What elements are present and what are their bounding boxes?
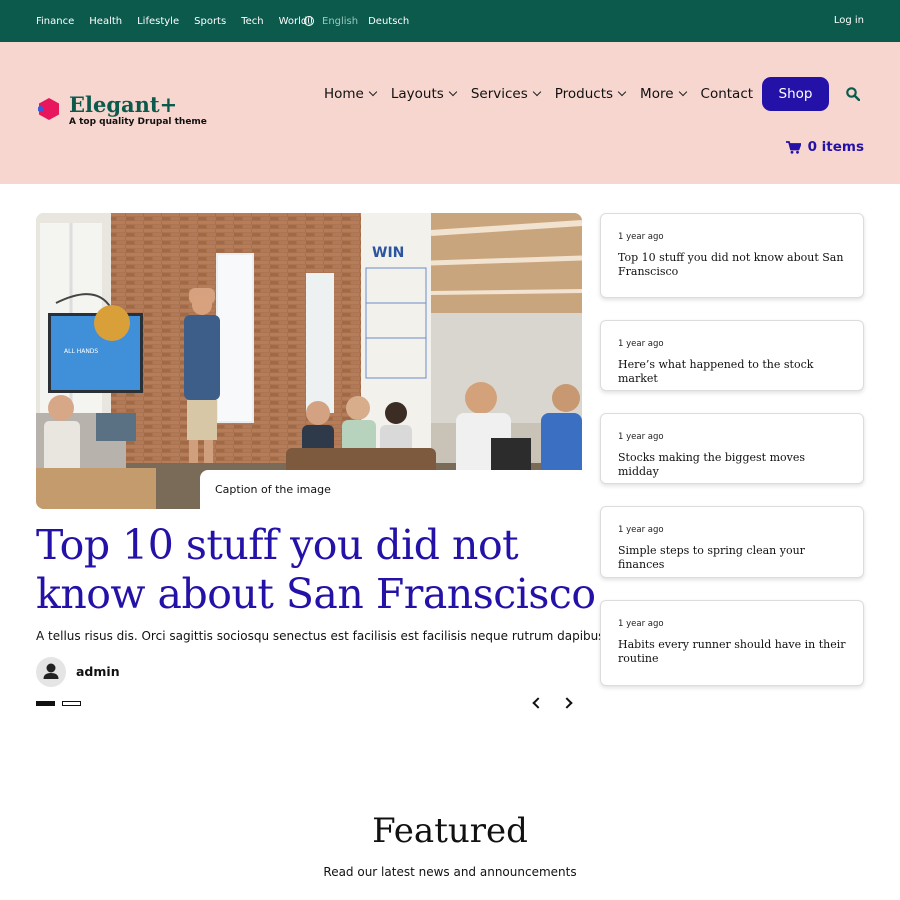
chevron-down-icon: [617, 87, 627, 97]
article-timestamp: 1 year ago: [618, 432, 664, 442]
login-link[interactable]: Log in: [834, 0, 864, 42]
article-card[interactable]: 1 year ago Here’s what happened to the s…: [600, 320, 864, 391]
article-card[interactable]: 1 year ago Stocks making the biggest mov…: [600, 413, 864, 484]
avatar[interactable]: [36, 657, 66, 687]
article-timestamp: 1 year ago: [618, 619, 664, 629]
category-link-finance[interactable]: Finance: [36, 16, 74, 27]
nav-item-label: Services: [470, 86, 528, 102]
nav-item-contact[interactable]: Contact: [701, 86, 754, 102]
author-name[interactable]: admin: [76, 664, 120, 679]
hero-title[interactable]: Top 10 stuff you did not know about San …: [36, 521, 596, 619]
article-title: Stocks making the biggest moves midday: [618, 451, 805, 478]
nav-item-home[interactable]: Home: [324, 86, 378, 102]
article-title: Habits every runner should have in their…: [618, 638, 846, 665]
globe-icon: [304, 16, 314, 26]
nav-item-products[interactable]: Products: [554, 86, 627, 102]
hero-photo-office-presentation: WIN ALL HANDS: [36, 213, 582, 509]
next-slide-button[interactable]: [560, 695, 576, 711]
chevron-down-icon: [678, 87, 687, 97]
chevron-right-icon: [560, 697, 573, 709]
article-card[interactable]: 1 year ago Simple steps to spring clean …: [600, 506, 864, 578]
hero-description: A tellus risus dis. Orci sagittis socios…: [36, 629, 610, 643]
nav-item-label: Layouts: [390, 86, 444, 102]
article-card[interactable]: 1 year ago Habits every runner should ha…: [600, 600, 864, 686]
chevron-down-icon: [532, 87, 541, 97]
main-nav: Home Layouts Services Products More Cont…: [324, 78, 768, 110]
featured-subheading: Read our latest news and announcements: [323, 865, 577, 879]
language-english[interactable]: English: [322, 16, 358, 27]
cart-count: 0 items: [807, 139, 864, 155]
logo-hexagon-icon: [38, 98, 59, 120]
article-title: Simple steps to spring clean your financ…: [618, 544, 805, 571]
category-link-lifestyle[interactable]: Lifestyle: [137, 16, 179, 27]
nav-item-services[interactable]: Services: [470, 86, 541, 102]
search-icon[interactable]: [846, 87, 860, 101]
article-timestamp: 1 year ago: [618, 232, 664, 242]
slide-indicator-active[interactable]: [36, 701, 55, 706]
logo-name: Elegant+: [69, 92, 178, 117]
nav-item-layouts[interactable]: Layouts: [390, 86, 458, 102]
cart-icon: [785, 140, 801, 154]
hero-image[interactable]: WIN ALL HANDS: [36, 213, 582, 509]
svg-text:WIN: WIN: [372, 245, 404, 261]
category-link-health[interactable]: Health: [89, 16, 122, 27]
chevron-down-icon: [368, 87, 378, 97]
shop-button[interactable]: Shop: [762, 77, 829, 111]
user-icon: [43, 663, 59, 679]
nav-item-label: More: [640, 86, 674, 102]
category-link-world[interactable]: World: [279, 16, 308, 27]
chevron-left-icon: [531, 697, 544, 709]
nav-item-more[interactable]: More: [640, 86, 687, 102]
svg-text:ALL HANDS: ALL HANDS: [64, 348, 98, 355]
article-title: Here’s what happened to the stock market: [618, 358, 814, 385]
category-link-sports[interactable]: Sports: [194, 16, 226, 27]
cart-link[interactable]: 0 items: [785, 139, 864, 155]
article-card[interactable]: 1 year ago Top 10 stuff you did not know…: [600, 213, 864, 298]
language-deutsch[interactable]: Deutsch: [368, 16, 409, 27]
logo-tagline: A top quality Drupal theme: [69, 117, 207, 127]
chevron-down-icon: [448, 87, 458, 97]
slide-indicator[interactable]: [62, 701, 81, 706]
article-timestamp: 1 year ago: [618, 525, 664, 535]
nav-item-label: Home: [324, 86, 364, 102]
category-links: Finance Health Lifestyle Sports Tech Wor…: [36, 0, 322, 42]
article-timestamp: 1 year ago: [618, 339, 664, 349]
nav-item-label: Products: [554, 86, 614, 102]
featured-heading: Featured: [372, 811, 528, 851]
image-caption: Caption of the image: [200, 470, 582, 510]
article-title: Top 10 stuff you did not know about San …: [618, 251, 844, 278]
site-header: Elegant+ A top quality Drupal theme Home…: [0, 42, 900, 184]
category-link-tech[interactable]: Tech: [241, 16, 263, 27]
top-bar: Finance Health Lifestyle Sports Tech Wor…: [0, 0, 900, 42]
language-switcher: English Deutsch: [304, 0, 409, 42]
previous-slide-button[interactable]: [528, 695, 544, 711]
